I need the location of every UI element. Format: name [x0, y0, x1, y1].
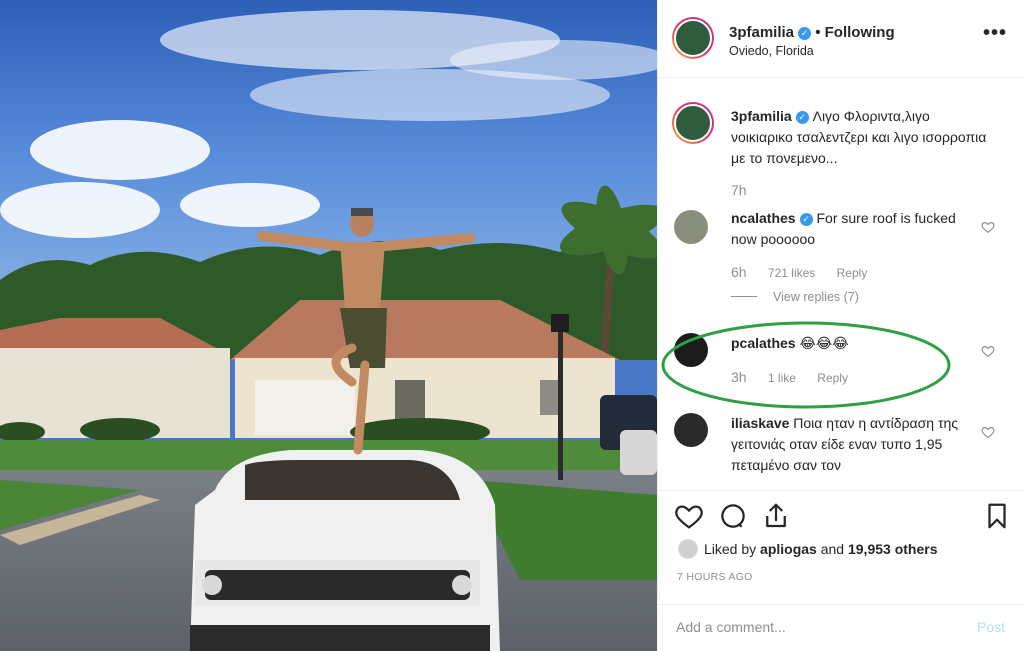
caption-username[interactable]: 3pfamilia [731, 108, 792, 124]
following-button[interactable]: • Following [815, 24, 894, 41]
liker-avatar [678, 539, 698, 559]
verified-badge-icon: ✓ [799, 213, 813, 226]
caption-time[interactable]: 7h [731, 182, 747, 198]
divider [731, 296, 757, 297]
comment-body: iliaskave Ποια ηταν η αντίδραση της γειτ… [731, 413, 971, 476]
post-actions: Liked by apliogas and 19,953 others 7 HO… [658, 490, 1024, 650]
comment-likes[interactable]: 721 likes [768, 266, 815, 280]
location-link[interactable]: Oviedo, Florida [729, 44, 814, 58]
post-author: 3pfamilia ✓ • Following [729, 24, 895, 41]
avatar-image [674, 19, 712, 57]
avatar[interactable] [672, 102, 714, 144]
comment-username[interactable]: ncalathes [731, 210, 796, 226]
liker-username[interactable]: apliogas [760, 541, 817, 557]
likes-count[interactable]: 19,953 others [848, 541, 938, 557]
likes-summary[interactable]: Liked by apliogas and 19,953 others [678, 539, 937, 559]
heart-icon[interactable] [674, 501, 704, 531]
post-comment-button[interactable]: Post [977, 619, 1005, 635]
like-comment-heart-icon[interactable] [981, 425, 995, 439]
likes-prefix: Liked by [704, 541, 761, 557]
verified-badge-icon: ✓ [798, 27, 812, 40]
bookmark-icon[interactable] [982, 501, 1012, 531]
comment-text: 😂😂😂 [799, 335, 849, 351]
avatar[interactable] [674, 210, 708, 244]
view-replies-label: View replies (7) [773, 290, 859, 304]
post-header: 3pfamilia ✓ • Following Oviedo, Florida •… [658, 0, 1024, 78]
comment-time[interactable]: 6h [731, 264, 747, 280]
comment-username[interactable]: pcalathes [731, 335, 796, 351]
reply-button[interactable]: Reply [817, 371, 848, 385]
post-timestamp[interactable]: 7 HOURS AGO [677, 571, 753, 583]
likes-middle: and [816, 541, 848, 557]
comment-username[interactable]: iliaskave [731, 415, 789, 431]
verified-badge-icon: ✓ [795, 111, 809, 124]
avatar[interactable] [674, 333, 708, 367]
author-username[interactable]: 3pfamilia [729, 24, 794, 41]
comment-input[interactable] [676, 619, 946, 635]
view-replies-button[interactable]: View replies (7) [731, 290, 859, 304]
like-comment-heart-icon[interactable] [981, 220, 995, 234]
avatar[interactable] [674, 413, 708, 447]
comment-meta: 3h 1 like Reply [731, 369, 848, 385]
comment-time[interactable]: 3h [731, 369, 747, 385]
post-photo[interactable] [0, 0, 657, 651]
like-comment-heart-icon[interactable] [981, 344, 995, 358]
comments-list[interactable]: 3pfamilia ✓ Λιγο Φλοριντα,λιγο νοικιαρικο… [658, 78, 1024, 490]
post-side-panel: 3pfamilia ✓ • Following Oviedo, Florida •… [657, 0, 1024, 651]
comment-icon[interactable] [718, 501, 748, 531]
caption-meta: 7h [731, 182, 765, 198]
avatar[interactable] [672, 17, 714, 59]
add-comment-bar: Post [658, 604, 1024, 651]
comment-body: ncalathes ✓ For sure roof is fucked now p… [731, 208, 971, 250]
more-options-icon[interactable]: ••• [983, 23, 1007, 43]
share-icon[interactable] [761, 501, 791, 531]
comment-meta: 6h 721 likes Reply [731, 264, 867, 280]
caption-body: 3pfamilia ✓ Λιγο Φλοριντα,λιγο νοικιαρικο… [731, 106, 991, 169]
photo-scene [0, 0, 657, 651]
comment-likes[interactable]: 1 like [768, 371, 796, 385]
comment-body: pcalathes 😂😂😂 [731, 333, 971, 354]
reply-button[interactable]: Reply [837, 266, 868, 280]
avatar-image [674, 104, 712, 142]
